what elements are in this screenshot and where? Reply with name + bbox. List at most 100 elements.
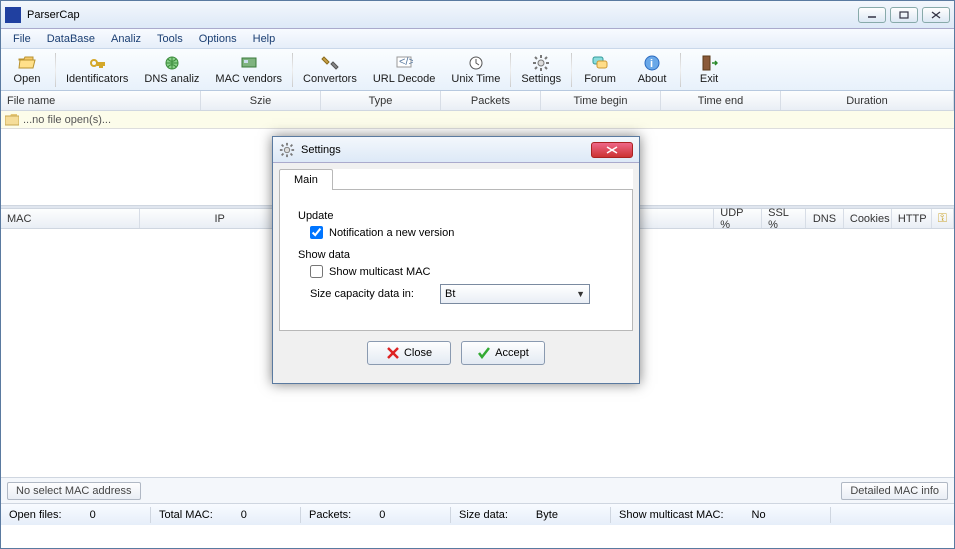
status-openfiles-value: 0 [90,509,96,521]
menu-database[interactable]: DataBase [39,31,103,47]
col-http[interactable]: HTTP [892,209,932,228]
status-multi-label: Show multicast MAC: [619,509,724,521]
tools-icon [321,54,339,72]
file-grid-empty-row: ...no file open(s)... [1,111,954,129]
tb-convertors[interactable]: Convertors [295,50,365,90]
separator [680,53,681,87]
col-mac[interactable]: MAC [1,209,140,228]
dialog-close-button[interactable] [591,142,633,158]
menu-file[interactable]: File [5,31,39,47]
detailed-mac-button[interactable]: Detailed MAC info [841,482,948,500]
tb-dns[interactable]: DNS analiz [136,50,207,90]
group-update: Update [298,210,614,222]
dns-icon [163,54,181,72]
col-type[interactable]: Type [321,91,441,110]
close-button[interactable] [922,7,950,23]
key-icon [88,54,106,72]
tb-settings[interactable]: Settings [513,50,569,90]
group-showdata: Show data [298,249,614,261]
forum-icon [591,54,609,72]
status-size-value: Byte [536,509,558,521]
col-size[interactable]: Szie [201,91,321,110]
status-totalmac-value: 0 [241,509,247,521]
col-dns[interactable]: DNS [806,209,844,228]
status-size-label: Size data: [459,509,508,521]
tb-identificators[interactable]: Identificators [58,50,136,90]
tab-main[interactable]: Main [279,169,333,190]
close-button[interactable]: Close [367,341,451,365]
statusbar: Open files: 0 Total MAC: 0 Packets: 0 Size … [1,503,954,525]
status-openfiles-label: Open files: [9,509,62,521]
col-filename[interactable]: File name [1,91,201,110]
titlebar: ParserCap [1,1,954,29]
folder-icon [5,114,19,126]
info-icon: i [643,54,661,72]
separator [571,53,572,87]
size-capacity-label: Size capacity data in: [310,288,440,300]
close-button-label: Close [404,347,432,359]
status-multi-value: No [752,509,766,521]
empty-text: ...no file open(s)... [23,114,111,126]
folder-open-icon [18,54,36,72]
separator [510,53,511,87]
col-timeend[interactable]: Time end [661,91,781,110]
col-duration[interactable]: Duration [781,91,954,110]
accept-button-label: Accept [495,347,529,359]
minimize-button[interactable] [858,7,886,23]
app-icon [5,7,21,23]
dialog-titlebar[interactable]: Settings [273,137,639,163]
col-cookies[interactable]: Cookies [844,209,892,228]
tb-url[interactable]: </>URL Decode [365,50,444,90]
menu-tools[interactable]: Tools [149,31,191,47]
maximize-button[interactable] [890,7,918,23]
col-key[interactable]: ⚿ [932,209,954,228]
checkbox-multicast-label: Show multicast MAC [329,266,430,278]
separator [55,53,56,87]
col-packets[interactable]: Packets [441,91,541,110]
key-icon: ⚿ [938,211,947,226]
checkbox-multicast-row[interactable]: Show multicast MAC [310,265,614,278]
tb-unixtime[interactable]: Unix Time [443,50,508,90]
checkbox-notify[interactable] [310,226,323,239]
col-ssl[interactable]: SSL % [762,209,806,228]
col-timebegin[interactable]: Time begin [541,91,661,110]
menubar: File DataBase Analiz Tools Options Help [1,29,954,49]
exit-icon [700,54,718,72]
settings-dialog: Settings Main Update Notification a new … [272,136,640,384]
status-packets-label: Packets: [309,509,351,521]
gear-icon [279,142,295,158]
menu-help[interactable]: Help [245,31,284,47]
separator [292,53,293,87]
accept-button[interactable]: Accept [461,341,545,365]
tabstrip: Main [279,169,633,190]
checkbox-notify-row[interactable]: Notification a new version [310,226,614,239]
svg-text:i: i [650,58,653,70]
col-udp[interactable]: UDP % [714,209,762,228]
mac-info-bar: No select MAC address Detailed MAC info [1,477,954,503]
tb-exit[interactable]: Exit [683,50,735,90]
status-totalmac-label: Total MAC: [159,509,213,521]
no-select-label: No select MAC address [7,482,141,500]
chevron-down-icon: ▼ [576,289,585,299]
file-grid-header: File name Szie Type Packets Time begin T… [1,91,954,111]
clock-icon [467,54,485,72]
menu-options[interactable]: Options [191,31,245,47]
x-icon [386,346,400,360]
toolbar: Open Identificators DNS analiz MAC vendo… [1,49,954,91]
nic-icon [240,54,258,72]
tb-mac[interactable]: MAC vendors [207,50,290,90]
url-decode-icon: </> [395,54,413,72]
window-title: ParserCap [27,9,858,21]
checkbox-multicast[interactable] [310,265,323,278]
tb-forum[interactable]: Forum [574,50,626,90]
dialog-title: Settings [301,144,591,156]
checkbox-notify-label: Notification a new version [329,227,454,239]
tab-content: Update Notification a new version Show d… [279,190,633,331]
size-capacity-select[interactable]: Bt ▼ [440,284,590,304]
status-packets-value: 0 [379,509,385,521]
svg-text:</>: </> [399,56,413,68]
tb-open[interactable]: Open [1,50,53,90]
tb-about[interactable]: iAbout [626,50,678,90]
gear-icon [532,54,550,72]
menu-analiz[interactable]: Analiz [103,31,149,47]
